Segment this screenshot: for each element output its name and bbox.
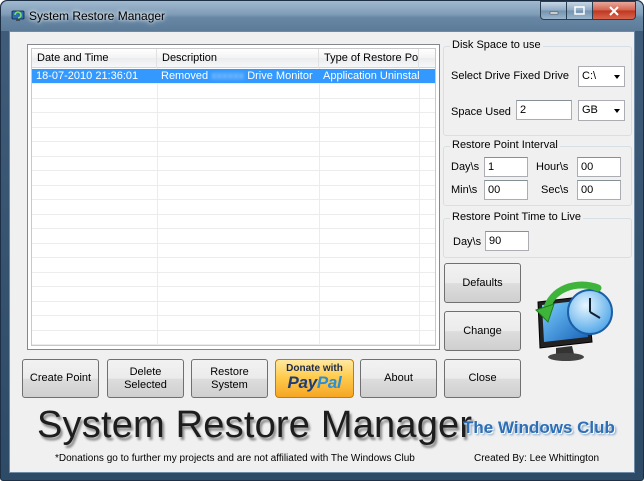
interval-group: Restore Point Interval Day\s 1 Hour\s 00… bbox=[443, 139, 632, 206]
grid-line bbox=[32, 112, 435, 113]
space-used-input[interactable]: 2 bbox=[516, 100, 572, 120]
disk-space-group: Disk Space to use Select Drive Fixed Dri… bbox=[443, 39, 632, 136]
ttl-title: Restore Point Time to Live bbox=[450, 211, 584, 223]
close-window-button[interactable] bbox=[593, 1, 636, 20]
grid-line bbox=[32, 126, 435, 128]
interval-title: Restore Point Interval bbox=[450, 139, 560, 151]
paypal-logo-pal: Pal bbox=[316, 373, 342, 392]
minimize-icon bbox=[549, 11, 558, 14]
grid-line bbox=[32, 315, 435, 316]
interval-hours-input[interactable]: 00 bbox=[577, 157, 621, 177]
grid-line bbox=[32, 155, 435, 157]
grid-line bbox=[32, 242, 435, 244]
title-bar[interactable]: System Restore Manager bbox=[1, 1, 643, 31]
list-header: Date and Time Description Type of Restor… bbox=[32, 49, 435, 68]
window-title: System Restore Manager bbox=[29, 9, 166, 23]
grid-line bbox=[32, 329, 435, 331]
grid-line bbox=[32, 141, 435, 142]
minimize-button[interactable] bbox=[540, 1, 567, 20]
interval-secs-label: Sec\s bbox=[541, 184, 569, 196]
column-header-type[interactable]: Type of Restore Point bbox=[319, 49, 419, 68]
app-icon bbox=[11, 10, 25, 21]
chevron-down-icon bbox=[614, 75, 620, 79]
grid-line bbox=[32, 300, 435, 302]
grid-line bbox=[32, 344, 435, 345]
windows-club-logo[interactable]: The Windows Club bbox=[463, 418, 615, 438]
system-restore-logo-icon bbox=[535, 281, 613, 361]
ttl-group: Restore Point Time to Live Day\s 90 bbox=[443, 211, 632, 258]
grid-line bbox=[32, 184, 435, 186]
grid-line bbox=[32, 257, 435, 258]
paypal-logo: PayPal bbox=[276, 373, 353, 393]
interval-days-input[interactable]: 1 bbox=[484, 157, 528, 177]
drive-select[interactable]: C:\ bbox=[578, 66, 625, 87]
grid-line bbox=[32, 170, 435, 171]
change-button[interactable]: Change bbox=[444, 311, 521, 351]
donation-footnote: *Donations go to further my projects and… bbox=[55, 453, 415, 464]
row-description-suffix: Drive Monitor bbox=[247, 70, 313, 82]
restore-system-button[interactable]: Restore System bbox=[191, 359, 268, 398]
unit-select-value: GB bbox=[582, 104, 598, 116]
defaults-button[interactable]: Defaults bbox=[444, 263, 521, 303]
close-icon bbox=[609, 5, 619, 16]
unit-select[interactable]: GB bbox=[578, 100, 625, 121]
maximize-button[interactable] bbox=[567, 1, 593, 20]
about-button[interactable]: About bbox=[360, 359, 437, 398]
delete-selected-button[interactable]: Delete Selected bbox=[107, 359, 184, 398]
row-description-prefix: Removed bbox=[161, 70, 209, 82]
donate-paypal-button[interactable]: Donate with PayPal bbox=[275, 359, 354, 398]
interval-hours-label: Hour\s bbox=[536, 161, 569, 173]
interval-secs-input[interactable]: 00 bbox=[577, 180, 621, 200]
create-point-button[interactable]: Create Point bbox=[22, 359, 99, 398]
main-window: System Restore Manager Date and Time Des… bbox=[0, 0, 644, 481]
close-button[interactable]: Close bbox=[444, 359, 521, 398]
disk-space-title: Disk Space to use bbox=[450, 39, 543, 51]
grid-line bbox=[32, 213, 435, 215]
grid-line bbox=[32, 97, 435, 99]
caption-buttons bbox=[540, 1, 636, 21]
column-header-description[interactable]: Description bbox=[157, 49, 319, 68]
paypal-logo-pay: Pay bbox=[287, 373, 318, 392]
drive-label: Select Drive Fixed Drive bbox=[451, 70, 569, 82]
column-header-date[interactable]: Date and Time bbox=[32, 49, 157, 68]
space-used-label: Space Used bbox=[451, 106, 511, 118]
restore-points-list[interactable]: Date and Time Description Type of Restor… bbox=[27, 44, 440, 350]
ttl-days-input[interactable]: 90 bbox=[485, 231, 529, 251]
table-row[interactable]: 18-07-2010 21:36:01 Removed xxxxxx Drive… bbox=[32, 69, 435, 83]
row-description-redacted: xxxxxx bbox=[211, 70, 245, 82]
author-credit: Created By: Lee Whittington bbox=[474, 453, 600, 464]
grid-line bbox=[32, 83, 435, 84]
maximize-icon bbox=[574, 6, 585, 15]
grid-line bbox=[32, 271, 435, 273]
ttl-days-label: Day\s bbox=[453, 236, 482, 248]
grid-line bbox=[32, 199, 435, 200]
chevron-down-icon bbox=[614, 109, 620, 113]
client-area: Date and Time Description Type of Restor… bbox=[9, 31, 635, 473]
interval-mins-label: Min\s bbox=[451, 184, 478, 196]
grid-line bbox=[32, 286, 435, 287]
row-type: Application Uninstall bbox=[323, 70, 419, 82]
drive-select-value: C:\ bbox=[582, 70, 597, 82]
row-date: 18-07-2010 21:36:01 bbox=[36, 70, 139, 82]
interval-days-label: Day\s bbox=[451, 161, 480, 173]
interval-mins-input[interactable]: 00 bbox=[484, 180, 528, 200]
row-description: Removed xxxxxx Drive Monitor bbox=[157, 69, 319, 83]
grid-line bbox=[32, 228, 435, 229]
banner-title: System Restore Manager bbox=[37, 404, 473, 446]
